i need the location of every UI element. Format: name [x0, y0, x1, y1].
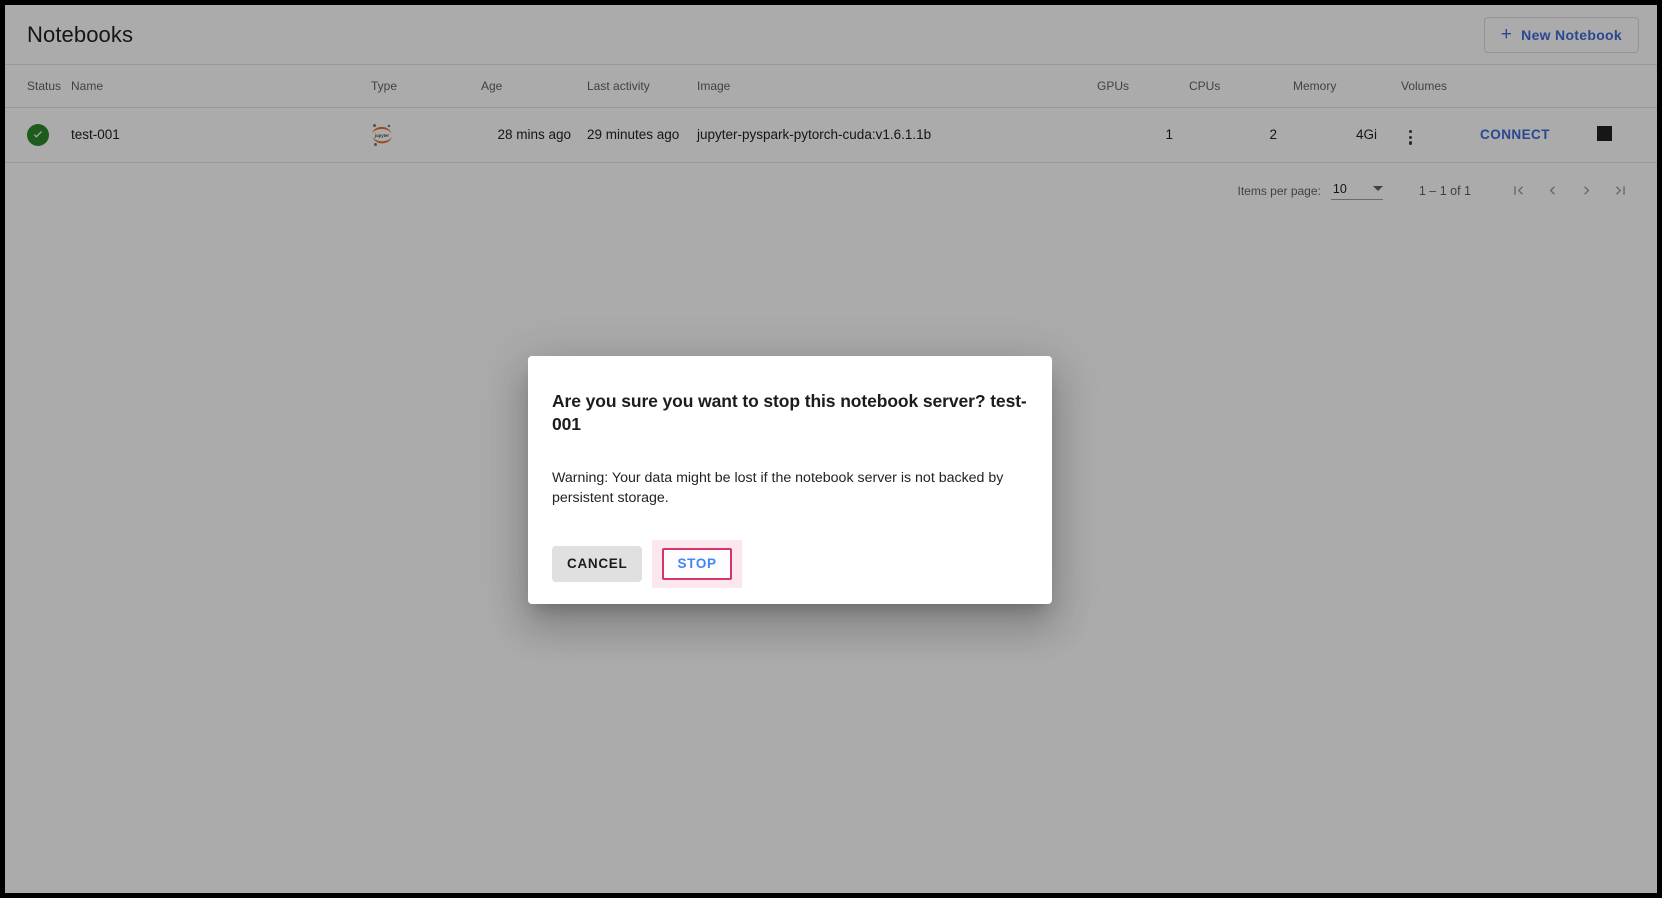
- dialog-body: Warning: Your data might be lost if the …: [552, 469, 1004, 506]
- cancel-button[interactable]: CANCEL: [552, 545, 643, 582]
- stop-button-highlight: STOP: [652, 539, 742, 588]
- stop-button[interactable]: STOP: [662, 547, 732, 580]
- stop-notebook-dialog: Are you sure you want to stop this noteb…: [528, 356, 1052, 604]
- dialog-title: Are you sure you want to stop this noteb…: [552, 391, 1027, 434]
- dialog-actions: CANCEL STOP: [552, 539, 1028, 588]
- screen: Notebooks + New Notebook Status Name Typ…: [0, 0, 1662, 898]
